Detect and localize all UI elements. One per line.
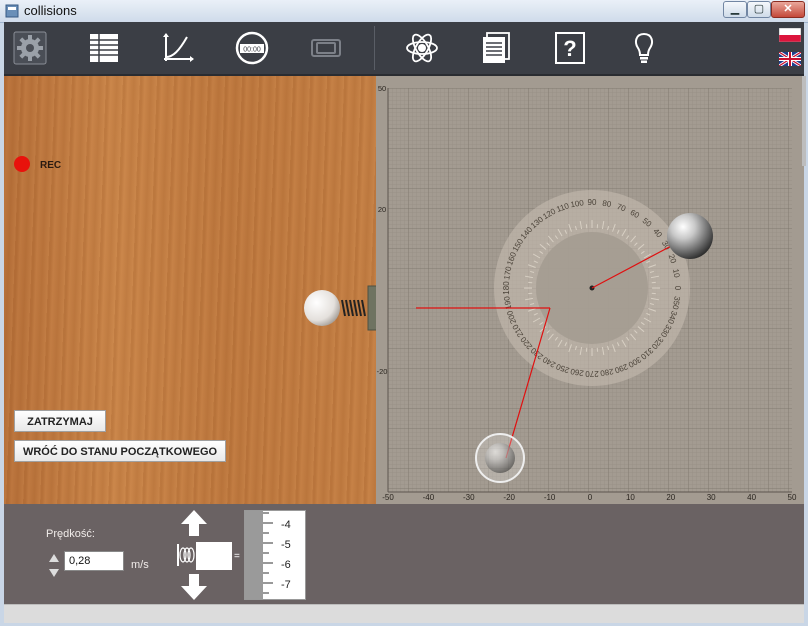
simulation-stage: REC ZATRZYMAJ WRÓĆ DO STANU POCZĄTKOWEGO — [4, 76, 804, 504]
control-panel: Prędkość: 0,28 m/s = -4 -5 -6 -7 — [4, 504, 804, 604]
decrease-arrow-icon[interactable] — [181, 574, 207, 600]
graph-button[interactable] — [158, 28, 198, 68]
spring-icon — [179, 547, 195, 563]
settings-icon — [13, 31, 47, 65]
lightbulb-icon — [635, 32, 653, 63]
speed-input[interactable]: 0,28 — [64, 551, 124, 571]
table-icon — [90, 34, 118, 62]
spring-compression-control[interactable]: = — [174, 508, 244, 600]
speed-up-icon[interactable] — [48, 553, 60, 563]
ruler-label: -7 — [281, 579, 291, 591]
maximize-button[interactable]: ▢ — [747, 1, 771, 18]
protractor-label: 90 — [588, 198, 597, 207]
y-tick-label: -20 — [377, 367, 388, 376]
toolbar: 00:00 ? — [4, 22, 804, 76]
hint-button[interactable] — [624, 28, 664, 68]
status-bar — [4, 604, 804, 623]
plot-area: -50 -40 -30 -20 -10 0 10 20 30 40 50 50 20 -20 0 10 20… — [376, 76, 804, 504]
x-tick-label: 40 — [747, 493, 756, 502]
document-icon — [483, 32, 510, 63]
x-tick-label: 10 — [626, 493, 635, 502]
x-tick-label: 20 — [666, 493, 675, 502]
close-button[interactable]: ✕ — [771, 1, 805, 18]
record-label: REC — [40, 160, 62, 171]
speed-unit: m/s — [131, 559, 149, 571]
camera-button[interactable] — [306, 28, 346, 68]
spring-block — [196, 542, 232, 570]
y-tick-label: 50 — [378, 84, 386, 93]
x-tick-labels: -50 -40 -30 -20 -10 0 10 20 30 40 50 — [382, 493, 797, 502]
protractor-label: 270 — [585, 369, 599, 378]
atom-button[interactable] — [402, 28, 442, 68]
y-tick-labels: 50 20 -20 — [377, 84, 388, 376]
protractor-label: 180 — [502, 281, 511, 295]
plot-svg: -50 -40 -30 -20 -10 0 10 20 30 40 50 50 20 -20 0 10 20… — [377, 84, 797, 502]
uk-flag-icon[interactable] — [779, 52, 801, 66]
settings-button[interactable] — [10, 28, 50, 68]
protractor-label: 0 — [673, 286, 682, 291]
ruler-label: -4 — [281, 519, 291, 531]
atom-icon — [406, 33, 438, 63]
toolbar-separator — [374, 26, 375, 70]
help-glyph: ? — [563, 36, 576, 61]
title-bar: collisions ▁ ▢ ✕ — [0, 0, 808, 23]
app-icon — [5, 4, 19, 18]
x-tick-label: -20 — [503, 493, 515, 502]
ruler-label: -6 — [281, 559, 291, 571]
table-button[interactable] — [84, 28, 124, 68]
launch-ball[interactable] — [304, 290, 340, 326]
speed-label: Prędkość: — [46, 528, 95, 540]
polish-flag-icon[interactable] — [779, 28, 801, 42]
equals-sign: = — [234, 551, 240, 562]
increase-arrow-icon[interactable] — [181, 510, 207, 536]
graph-icon — [163, 33, 194, 62]
wood-table: REC ZATRZYMAJ WRÓĆ DO STANU POCZĄTKOWEGO — [4, 76, 393, 504]
x-tick-label: 30 — [707, 493, 716, 502]
minimize-button[interactable]: ▁ — [723, 1, 747, 18]
stopwatch-readout: 00:00 — [243, 47, 261, 54]
spring — [341, 299, 366, 317]
record-indicator[interactable] — [14, 156, 30, 172]
target-ball[interactable] — [667, 213, 713, 259]
x-tick-label: 50 — [788, 493, 797, 502]
x-tick-label: -10 — [544, 493, 556, 502]
ghost-ball[interactable] — [475, 433, 525, 483]
x-tick-label: -30 — [463, 493, 475, 502]
help-icon: ? — [555, 32, 585, 64]
reset-button[interactable]: WRÓĆ DO STANU POCZĄTKOWEGO — [14, 440, 226, 462]
scrollbar[interactable] — [802, 76, 806, 166]
ruler-label: -5 — [281, 539, 291, 551]
x-tick-label: 0 — [588, 493, 593, 502]
x-tick-label: -50 — [382, 493, 394, 502]
compression-ruler: -4 -5 -6 -7 — [244, 510, 306, 600]
app-window: collisions ▁ ▢ ✕ 00:00 ? REC ZATRZYMAJ W… — [0, 0, 808, 626]
stopwatch-button[interactable]: 00:00 — [232, 28, 272, 68]
stop-button[interactable]: ZATRZYMAJ — [14, 410, 106, 432]
window-title: collisions — [24, 3, 77, 18]
x-tick-label: -40 — [423, 493, 435, 502]
stopwatch-icon: 00:00 — [235, 31, 269, 65]
speed-down-icon[interactable] — [48, 568, 60, 578]
camera-icon — [311, 39, 341, 57]
ruler-strip — [245, 511, 263, 599]
y-tick-label: 20 — [378, 205, 386, 214]
document-button[interactable] — [476, 28, 516, 68]
help-button[interactable]: ? — [550, 28, 590, 68]
